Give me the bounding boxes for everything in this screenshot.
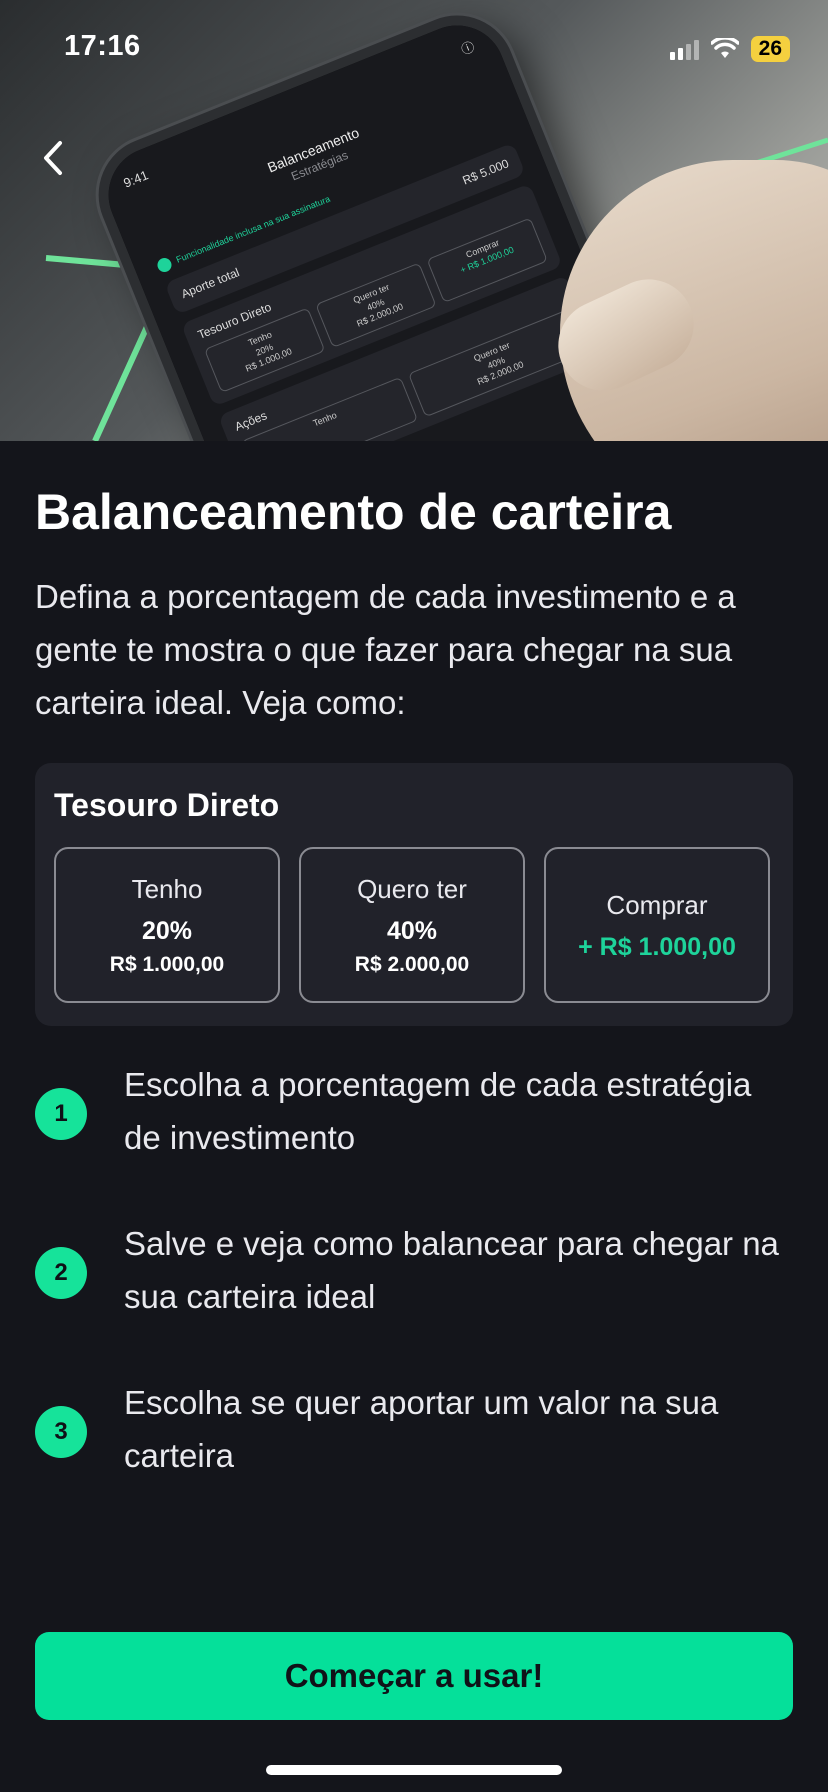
start-button[interactable]: Começar a usar! bbox=[35, 1632, 793, 1720]
want-label: Quero ter bbox=[357, 874, 467, 904]
cellular-signal-icon bbox=[669, 38, 699, 60]
page-description: Defina a porcentagem de cada investiment… bbox=[35, 578, 736, 721]
home-indicator bbox=[266, 1765, 562, 1775]
have-percent: 20% bbox=[141, 917, 193, 945]
page-title: Balanceamento de carteira bbox=[35, 484, 672, 540]
have-box: Tenho 20% R$ 1.000,00 bbox=[54, 847, 280, 1003]
want-percent: 40% bbox=[386, 917, 438, 945]
chevron-left-icon bbox=[44, 141, 62, 175]
wifi-icon bbox=[710, 38, 739, 58]
status-icons: 26 bbox=[669, 36, 790, 62]
want-box: Quero ter 40% R$ 2.000,00 bbox=[299, 847, 525, 1003]
step-number-badge: 1 bbox=[35, 1088, 87, 1140]
back-button[interactable] bbox=[36, 136, 70, 180]
example-card: Tesouro Direto Tenho 20% R$ 1.000,00 Que… bbox=[35, 763, 793, 1026]
buy-box: Comprar + R$ 1.000,00 bbox=[544, 847, 770, 1003]
have-label: Tenho bbox=[131, 874, 203, 904]
status-time: 17:16 bbox=[64, 30, 141, 62]
phone-info-icon: ⓘ bbox=[458, 38, 477, 58]
have-value: R$ 1.000,00 bbox=[109, 953, 225, 976]
step-text: Escolha se quer aportar um valor na sua … bbox=[124, 1384, 719, 1474]
star-icon bbox=[155, 255, 174, 275]
buy-value: + R$ 1.000,00 bbox=[578, 933, 736, 961]
step-text: Escolha a porcentagem de cada estratégia… bbox=[124, 1066, 752, 1156]
example-card-title: Tesouro Direto bbox=[54, 787, 280, 823]
want-value: R$ 2.000,00 bbox=[354, 953, 470, 976]
step-text: Salve e veja como balancear para chegar … bbox=[124, 1225, 779, 1315]
hero-image: 9:41 ⓘ Balanceamento Estratégias Funcion… bbox=[0, 0, 828, 441]
phone-time: 9:41 bbox=[121, 167, 151, 191]
step-number-badge: 3 bbox=[35, 1406, 87, 1458]
buy-label: Comprar bbox=[606, 890, 708, 920]
battery-icon: 26 bbox=[750, 36, 790, 62]
step-number-badge: 2 bbox=[35, 1247, 87, 1299]
